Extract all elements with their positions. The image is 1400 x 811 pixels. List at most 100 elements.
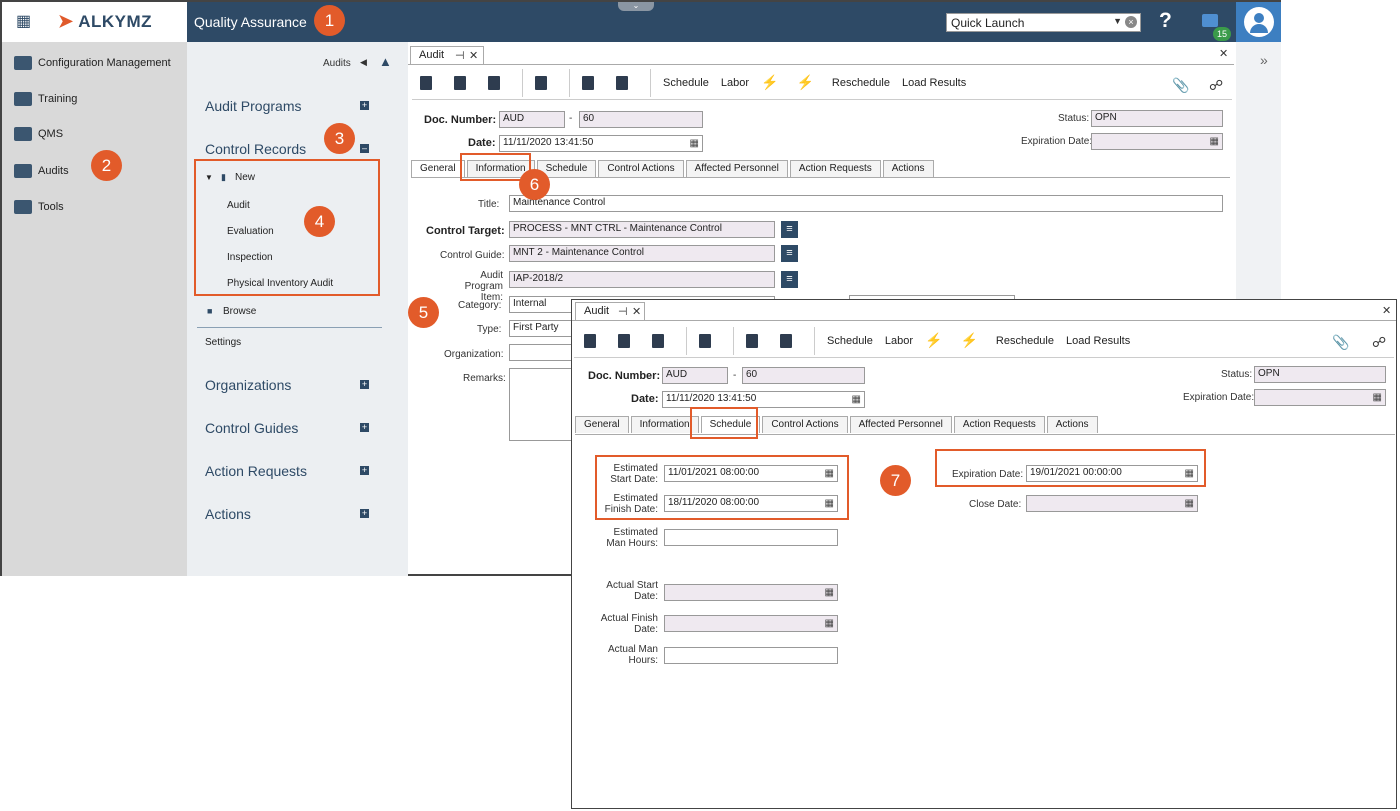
document-search-icon[interactable]: ☍ (1209, 77, 1223, 94)
tab-actions[interactable]: Actions (882, 160, 934, 177)
status-field[interactable]: OPN (1254, 366, 1386, 383)
calendar-icon[interactable]: ▦ (1185, 498, 1194, 509)
new-document-icon[interactable] (420, 75, 432, 90)
document-search-icon[interactable]: ☍ (1372, 334, 1386, 351)
nav-item-audits[interactable]: Audits (14, 161, 69, 181)
collapse-minus-icon[interactable]: – (360, 144, 369, 153)
load-results-button[interactable]: Load Results (1066, 335, 1130, 347)
tree-item-browse[interactable]: Browse (223, 306, 256, 317)
close-date-field[interactable]: ▦ (1026, 495, 1198, 512)
remarks-textarea[interactable] (509, 368, 579, 441)
list-picker-icon[interactable]: ≡ (781, 245, 798, 262)
list-picker-icon[interactable]: ≡ (781, 271, 798, 288)
date-field[interactable]: 11/11/2020 13:41:50 ▦ (499, 135, 703, 152)
reschedule-button[interactable]: Reschedule (996, 335, 1054, 347)
document-tab-audit[interactable]: Audit ⊣ ✕ (575, 302, 645, 320)
close-window-icon[interactable]: ✕ (1219, 47, 1228, 60)
user-menu[interactable] (1236, 2, 1281, 42)
control-target-field[interactable]: PROCESS - MNT CTRL - Maintenance Control (509, 221, 775, 238)
section-organizations[interactable]: Organizations (205, 377, 291, 393)
breadcrumb[interactable]: Audits (323, 58, 351, 69)
expiration-date-field[interactable]: ▦ (1254, 389, 1386, 406)
chevron-left-icon[interactable]: ◀ (360, 57, 367, 68)
pin-icon[interactable]: ⊣ (618, 305, 628, 318)
audit-program-item-field[interactable]: IAP-2018/2 (509, 271, 775, 288)
calendar-icon[interactable]: ▦ (690, 138, 699, 149)
tree-item-settings[interactable]: Settings (205, 337, 241, 348)
status-field[interactable]: OPN (1091, 110, 1223, 127)
tab-action-requests[interactable]: Action Requests (953, 416, 1045, 433)
expand-panel-icon[interactable]: » (1260, 52, 1268, 68)
nav-item-tools[interactable]: Tools (14, 197, 64, 217)
close-window-icon[interactable]: ✕ (1382, 304, 1391, 317)
doc-prefix-field[interactable]: AUD (662, 367, 728, 384)
nav-item-training[interactable]: Training (14, 89, 77, 109)
control-guide-field[interactable]: MNT 2 - Maintenance Control (509, 245, 775, 262)
tab-actions[interactable]: Actions (1046, 416, 1098, 433)
date-field[interactable]: 11/11/2020 13:41:50 ▦ (662, 391, 865, 408)
section-audit-programs[interactable]: Audit Programs (205, 98, 301, 114)
print-icon[interactable] (746, 333, 758, 348)
pin-icon[interactable]: ▲ (379, 54, 392, 69)
lightning-icon[interactable]: ⚡ (761, 74, 778, 91)
expand-plus-icon[interactable]: + (360, 380, 369, 389)
expand-plus-icon[interactable]: + (360, 423, 369, 432)
clear-icon[interactable]: × (1125, 16, 1137, 28)
expand-plus-icon[interactable]: + (360, 101, 369, 110)
app-grid-icon[interactable]: ▦ (16, 14, 32, 30)
load-results-button[interactable]: Load Results (902, 77, 966, 89)
tab-action-requests[interactable]: Action Requests (789, 160, 881, 177)
print-preview-icon[interactable] (616, 75, 628, 90)
help-icon[interactable]: ? (1159, 9, 1172, 33)
labor-button[interactable]: Labor (885, 335, 913, 347)
avatar-icon[interactable] (1244, 7, 1274, 37)
section-actions[interactable]: Actions (205, 506, 251, 522)
delete-icon[interactable] (488, 75, 500, 90)
dropdown-caret-icon[interactable]: ▼ (1113, 16, 1122, 26)
new-document-icon[interactable] (584, 333, 596, 348)
print-icon[interactable] (582, 75, 594, 90)
tab-affected-personnel[interactable]: Affected Personnel (685, 160, 788, 177)
calendar-icon[interactable]: ▦ (825, 587, 834, 598)
reschedule-button[interactable]: Reschedule (832, 77, 890, 89)
doc-number-field[interactable]: 60 (579, 111, 703, 128)
calendar-icon[interactable]: ▦ (825, 618, 834, 629)
calendar-icon[interactable]: ▦ (852, 394, 861, 405)
schedule-button[interactable]: Schedule (663, 77, 709, 89)
expiration-date-field[interactable]: ▦ (1091, 133, 1223, 150)
expand-plus-icon[interactable]: + (360, 509, 369, 518)
document-tab-audit[interactable]: Audit ⊣ ✕ (410, 46, 484, 64)
doc-prefix-field[interactable]: AUD (499, 111, 565, 128)
organization-field[interactable] (509, 344, 579, 361)
section-control-records[interactable]: Control Records (205, 141, 306, 157)
chat-icon[interactable] (1202, 14, 1218, 27)
delete-icon[interactable] (652, 333, 664, 348)
quick-launch-input[interactable]: Quick Launch ▼ × (946, 13, 1141, 32)
nav-item-qms[interactable]: QMS (14, 124, 63, 144)
title-field[interactable]: Maintenance Control (509, 195, 1223, 212)
labor-button[interactable]: Labor (721, 77, 749, 89)
section-control-guides[interactable]: Control Guides (205, 420, 298, 436)
actual-man-hours-field[interactable] (664, 647, 838, 664)
attachment-icon[interactable]: 📎 (1332, 334, 1349, 351)
open-folder-icon[interactable] (618, 333, 630, 348)
tab-information[interactable]: Information (630, 416, 699, 433)
tab-control-actions[interactable]: Control Actions (762, 416, 848, 433)
schedule-button[interactable]: Schedule (827, 335, 873, 347)
calendar-icon[interactable]: ▦ (1210, 136, 1219, 147)
section-action-requests[interactable]: Action Requests (205, 463, 307, 479)
tab-general[interactable]: General (575, 416, 629, 433)
lightning-icon[interactable]: ⚡ (925, 332, 942, 349)
calendar-icon[interactable]: ▦ (1373, 392, 1382, 403)
collapse-handle-icon[interactable]: ⌄ (618, 2, 654, 11)
estimated-man-hours-field[interactable] (664, 529, 838, 546)
nav-item-configuration-management[interactable]: Configuration Management (14, 53, 171, 73)
print-preview-icon[interactable] (780, 333, 792, 348)
expand-plus-icon[interactable]: + (360, 466, 369, 475)
save-icon[interactable] (535, 75, 547, 90)
list-picker-icon[interactable]: ≡ (781, 221, 798, 238)
tab-general[interactable]: General (411, 160, 465, 177)
save-icon[interactable] (699, 333, 711, 348)
doc-number-field[interactable]: 60 (742, 367, 865, 384)
alkymz-logo[interactable]: ➤ ALKYMZ (58, 11, 152, 33)
